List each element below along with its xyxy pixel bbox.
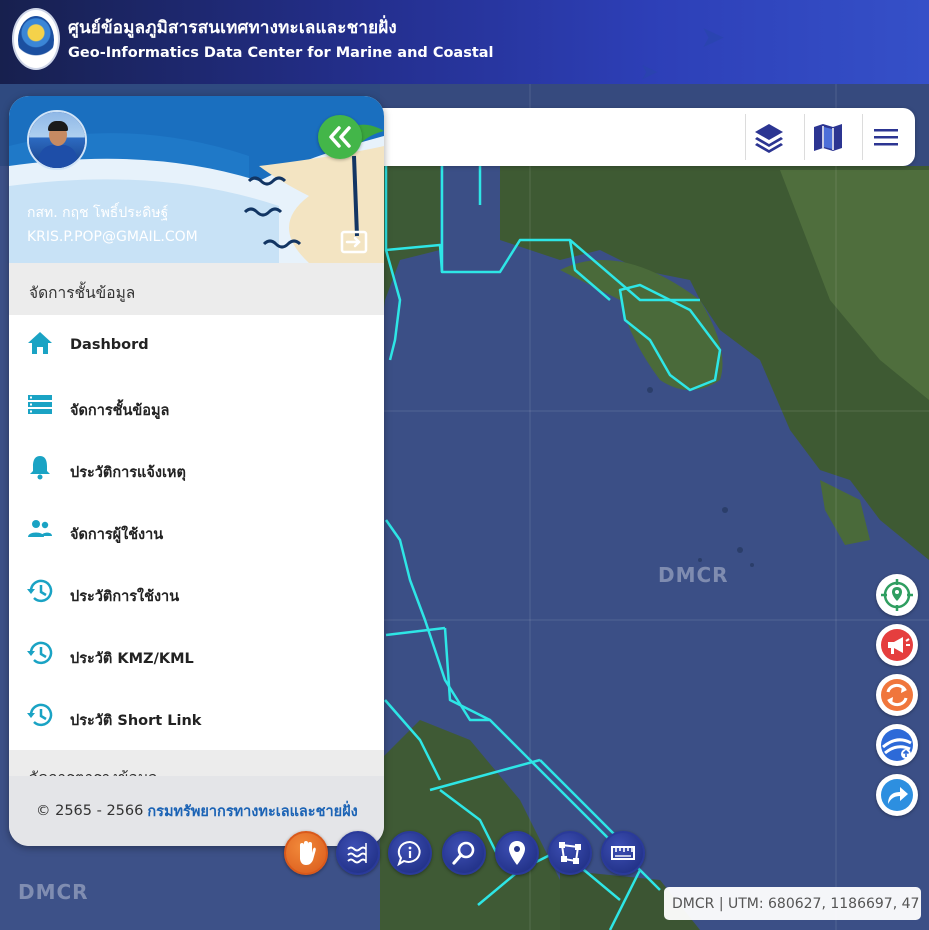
pan-tool-button[interactable] [284, 831, 328, 875]
sidebar-item-label: จัดการผู้ใช้งาน [70, 527, 164, 543]
sidebar-item-manage-layers[interactable]: จัดการชั้นข้อมูล [9, 377, 384, 439]
app-header: ศูนย์ข้อมูลภูมิสารสนเทศทางทะเลและชายฝั่ง… [0, 0, 929, 84]
sidebar-item-label: ประวัติ Short Link [70, 713, 202, 729]
share-button[interactable] [876, 774, 918, 816]
map-pin-icon [509, 841, 525, 865]
locate-button[interactable] [876, 574, 918, 616]
sidebar-item-label: ประวัติการใช้งาน [70, 589, 180, 605]
layers-button[interactable] [745, 114, 791, 160]
users-icon [28, 520, 52, 537]
dmcr-logo [12, 8, 60, 70]
map-toolbar [340, 108, 915, 166]
map-watermark: DMCR [18, 880, 89, 904]
side-panel: กสท. กฤช โพธิ์ประดิษฐ์ KRIS.P.POP@GMAIL.… [9, 96, 384, 846]
history-icon [27, 579, 53, 603]
sidebar-item-usage-history[interactable]: ประวัติการใช้งาน [9, 563, 384, 625]
measure-tool-button[interactable] [601, 831, 645, 875]
google-earth-button[interactable] [876, 724, 918, 766]
identify-tool-button[interactable] [388, 831, 432, 875]
tide-tool-button[interactable] [336, 831, 380, 875]
sidebar-item-label: จัดการชั้นข้อมูล [70, 403, 170, 419]
user-name: กสท. กฤช โพธิ์ประดิษฐ์ [27, 205, 169, 221]
basemap-icon [813, 124, 842, 151]
hand-icon [300, 841, 316, 865]
basemap-button[interactable] [804, 114, 850, 160]
ruler-measure-icon [611, 846, 635, 860]
history-icon [27, 703, 53, 727]
megaphone-icon [881, 629, 913, 661]
sidebar-item-label: ประวัติ KMZ/KML [70, 651, 194, 667]
polygon-draw-icon [559, 842, 581, 864]
map-watermark: DMCR [658, 563, 729, 587]
menu-icon [873, 129, 898, 146]
user-avatar[interactable] [27, 110, 87, 170]
collapse-panel-button[interactable] [318, 115, 362, 159]
list-icon [28, 395, 52, 414]
water-level-icon [347, 843, 367, 864]
fish-decoration-icon: ➤ [640, 60, 659, 84]
header-title-en: Geo-Informatics Data Center for Marine a… [68, 45, 494, 61]
gps-location-icon [881, 579, 913, 611]
coordinate-readout: DMCR | UTM: 680627, 1186697, 47 [664, 887, 921, 920]
fish-decoration-icon: ➤ [700, 20, 726, 55]
menu-button[interactable] [862, 114, 908, 160]
bell-icon [30, 456, 50, 480]
header-title-th: ศูนย์ข้อมูลภูมิสารสนเทศทางทะเลและชายฝั่ง [68, 18, 397, 38]
chevrons-left-icon [329, 126, 351, 148]
sidebar-item-label: Dashbord [70, 337, 149, 353]
sidebar-item-dashboard[interactable]: Dashbord [9, 315, 384, 377]
sync-button[interactable] [876, 674, 918, 716]
logout-icon[interactable] [339, 229, 369, 255]
sidebar-item-label: ประวัติการแจ้งเหตุ [70, 465, 186, 481]
sidebar-item-incident-history[interactable]: ประวัติการแจ้งเหตุ [9, 439, 384, 501]
report-incident-button[interactable] [876, 624, 918, 666]
user-email: KRIS.P.POP@GMAIL.COM [27, 229, 198, 245]
google-earth-icon [881, 729, 913, 761]
history-icon [27, 641, 53, 665]
user-profile-header: กสท. กฤช โพธิ์ประดิษฐ์ KRIS.P.POP@GMAIL.… [9, 96, 384, 263]
footer-org-link[interactable]: กรมทรัพยากรทางทะเลและชายฝั่ง [147, 800, 357, 823]
swap-arrows-icon [881, 679, 913, 711]
search-icon [452, 841, 475, 865]
panel-footer: © 2565 - 2566 กรมทรัพยากรทางทะเลและชายฝั… [9, 776, 384, 846]
share-arrow-icon [881, 779, 913, 811]
layers-icon [754, 124, 783, 153]
footer-years: © 2565 - 2566 [36, 803, 144, 819]
sidebar-item-kmz-history[interactable]: ประวัติ KMZ/KML [9, 625, 384, 687]
section-title-layers: จัดการชั้นข้อมูล [9, 263, 384, 315]
info-bubble-icon [397, 840, 421, 867]
sidebar-item-shortlink-history[interactable]: ประวัติ Short Link [9, 687, 384, 749]
search-tool-button[interactable] [442, 831, 486, 875]
place-marker-button[interactable] [495, 831, 539, 875]
sidebar-item-manage-users[interactable]: จัดการผู้ใช้งาน [9, 501, 384, 563]
home-icon [28, 332, 52, 354]
draw-polygon-button[interactable] [548, 831, 592, 875]
